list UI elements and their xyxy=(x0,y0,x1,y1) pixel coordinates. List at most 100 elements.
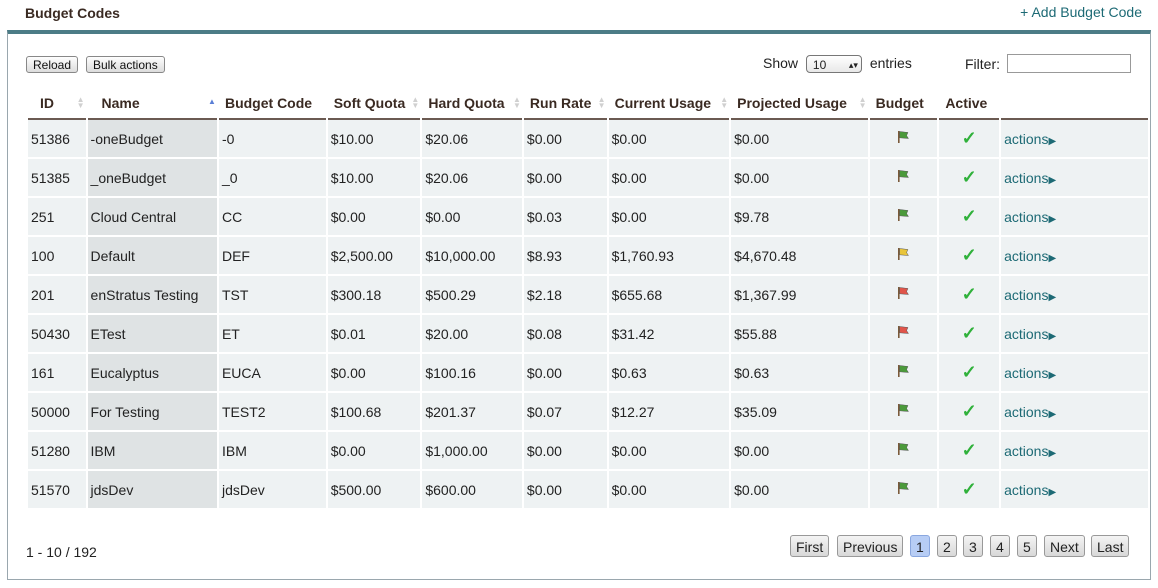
triangle-right-icon: ▶ xyxy=(1048,369,1057,381)
run-rate-cell: $0.03 xyxy=(523,198,607,237)
budget-status-cell xyxy=(869,393,938,432)
triangle-right-icon: ▶ xyxy=(1048,213,1057,225)
current-usage-cell: $1,760.93 xyxy=(608,237,730,276)
actions-menu-link[interactable]: actions▶ xyxy=(1004,365,1056,381)
budget-codes-panel: Reload Bulk actions Show 10 ▴▾ entries F… xyxy=(7,30,1151,580)
actions-menu-link[interactable]: actions▶ xyxy=(1004,248,1056,264)
page-title: Budget Codes xyxy=(25,5,120,21)
filter-input[interactable] xyxy=(1007,54,1131,73)
page-button-4[interactable]: 4 xyxy=(990,535,1010,557)
checkmark-icon: ✓ xyxy=(961,128,977,148)
table-header-row: ID ▲ ▼ Name ▲ Budget Code Soft Quota ▲ ▼ Hard… xyxy=(28,88,1148,120)
first-page-button[interactable]: First xyxy=(790,535,830,557)
column-header-budget[interactable]: Budget xyxy=(869,88,938,120)
current-usage-cell: $0.00 xyxy=(608,198,730,237)
projected-usage-cell: $4,670.48 xyxy=(731,237,868,276)
column-header-active[interactable]: Active xyxy=(939,88,1000,120)
flag-icon xyxy=(898,248,910,260)
page-button-1[interactable]: 1 xyxy=(910,535,930,557)
actions-menu-link[interactable]: actions▶ xyxy=(1004,287,1056,303)
budget-code-cell: -0 xyxy=(218,120,326,159)
current-usage-cell: $0.00 xyxy=(608,120,730,159)
actions-menu-link[interactable]: actions▶ xyxy=(1004,170,1056,186)
name-cell: -oneBudget xyxy=(87,120,217,159)
column-header-name[interactable]: Name ▲ xyxy=(87,88,217,120)
active-cell: ✓ xyxy=(939,237,1000,276)
previous-page-button[interactable]: Previous xyxy=(837,535,904,557)
budget-code-cell: jdsDev xyxy=(218,471,326,510)
hard-quota-cell: $600.00 xyxy=(422,471,522,510)
hard-quota-cell: $1,000.00 xyxy=(422,432,522,471)
column-header-run-rate[interactable]: Run Rate ▲ ▼ xyxy=(523,88,607,120)
soft-quota-cell: $0.00 xyxy=(327,198,421,237)
actions-menu-link[interactable]: actions▶ xyxy=(1004,209,1056,225)
actions-menu-link[interactable]: actions▶ xyxy=(1004,404,1056,420)
checkmark-icon: ✓ xyxy=(961,440,977,460)
budget-code-cell: IBM xyxy=(218,432,326,471)
projected-usage-cell: $1,367.99 xyxy=(731,276,868,315)
id-cell: 50430 xyxy=(28,315,86,354)
page-button-5[interactable]: 5 xyxy=(1017,535,1037,557)
run-rate-cell: $0.00 xyxy=(523,471,607,510)
name-cell: Cloud Central xyxy=(87,198,217,237)
actions-menu-link[interactable]: actions▶ xyxy=(1004,131,1056,147)
page-button-2[interactable]: 2 xyxy=(937,535,957,557)
checkmark-icon: ✓ xyxy=(961,206,977,226)
flag-icon xyxy=(898,443,910,455)
id-cell: 251 xyxy=(28,198,86,237)
actions-menu-link[interactable]: actions▶ xyxy=(1004,482,1056,498)
next-page-button[interactable]: Next xyxy=(1044,535,1085,557)
actions-menu-link[interactable]: actions▶ xyxy=(1004,326,1056,342)
page-size-select[interactable]: 10 ▴▾ xyxy=(805,55,862,74)
active-cell: ✓ xyxy=(939,120,1000,159)
last-page-button[interactable]: Last xyxy=(1091,535,1130,557)
triangle-right-icon: ▶ xyxy=(1048,291,1057,303)
column-header-soft-quota[interactable]: Soft Quota ▲ ▼ xyxy=(327,88,421,120)
table-row: 50430 ETest ET $0.01 $20.00 $0.08 $31.42 $55.88… xyxy=(28,315,1148,354)
active-cell: ✓ xyxy=(939,354,1000,393)
soft-quota-cell: $100.68 xyxy=(327,393,421,432)
triangle-right-icon: ▶ xyxy=(1048,174,1057,186)
sort-both-icon: ▲ ▼ xyxy=(76,95,85,110)
column-header-projected-usage[interactable]: Projected Usage ▲ ▼ xyxy=(731,88,868,120)
page-button-3[interactable]: 3 xyxy=(963,535,983,557)
name-cell: jdsDev xyxy=(87,471,217,510)
current-usage-cell: $31.42 xyxy=(608,315,730,354)
soft-quota-cell: $300.18 xyxy=(327,276,421,315)
reload-button[interactable]: Reload xyxy=(26,56,79,73)
hard-quota-cell: $20.00 xyxy=(422,315,522,354)
sort-both-icon: ▲ ▼ xyxy=(597,95,606,110)
column-header-id[interactable]: ID ▲ ▼ xyxy=(28,88,86,120)
budget-code-cell: _0 xyxy=(218,159,326,198)
soft-quota-cell: $500.00 xyxy=(327,471,421,510)
actions-cell: actions▶ xyxy=(1001,393,1148,432)
column-header-budget-code[interactable]: Budget Code xyxy=(218,88,326,120)
budget-code-cell: CC xyxy=(218,198,326,237)
add-budget-code-link[interactable]: + Add Budget Code xyxy=(1020,4,1142,20)
budget-code-cell: DEF xyxy=(218,237,326,276)
run-rate-cell: $0.00 xyxy=(523,432,607,471)
actions-cell: actions▶ xyxy=(1001,198,1148,237)
hard-quota-cell: $0.00 xyxy=(422,198,522,237)
flag-icon xyxy=(898,365,910,377)
id-cell: 201 xyxy=(28,276,86,315)
checkmark-icon: ✓ xyxy=(961,284,977,304)
flag-icon xyxy=(898,404,910,416)
id-cell: 51280 xyxy=(28,432,86,471)
hard-quota-cell: $201.37 xyxy=(422,393,522,432)
column-header-hard-quota[interactable]: Hard Quota ▲ ▼ xyxy=(422,88,522,120)
show-label: Show xyxy=(763,55,799,71)
name-cell: enStratus Testing xyxy=(87,276,217,315)
column-header-current-usage[interactable]: Current Usage ▲ ▼ xyxy=(608,88,730,120)
checkmark-icon: ✓ xyxy=(961,323,977,343)
soft-quota-cell: $10.00 xyxy=(327,120,421,159)
table-row: 51385 _oneBudget _0 $10.00 $20.06 $0.00 $0.00 $… xyxy=(28,159,1148,198)
name-cell: ETest xyxy=(87,315,217,354)
actions-menu-link[interactable]: actions▶ xyxy=(1004,443,1056,459)
flag-icon xyxy=(898,287,910,299)
id-cell: 51385 xyxy=(28,159,86,198)
bulk-actions-button[interactable]: Bulk actions xyxy=(86,56,165,73)
actions-cell: actions▶ xyxy=(1001,120,1148,159)
hard-quota-cell: $500.29 xyxy=(422,276,522,315)
active-cell: ✓ xyxy=(939,315,1000,354)
